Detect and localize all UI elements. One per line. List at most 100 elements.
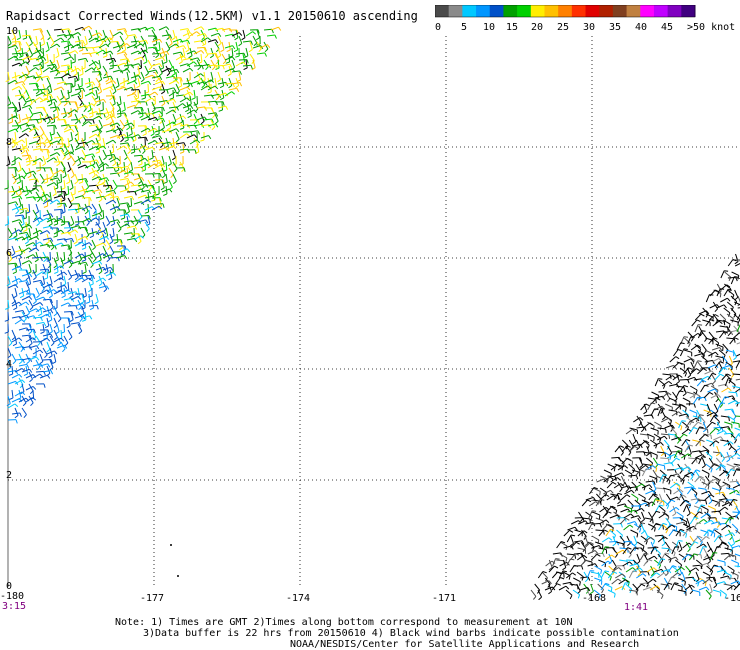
wind-barb bbox=[39, 305, 43, 314]
wind-barb bbox=[695, 571, 700, 580]
wind-barb bbox=[53, 101, 57, 110]
wind-barb bbox=[144, 185, 154, 187]
wind-barb bbox=[551, 571, 558, 579]
wind-barb bbox=[18, 133, 26, 139]
wind-barb-flag bbox=[652, 578, 657, 583]
wind-barb-flag bbox=[661, 558, 666, 560]
wind-barb bbox=[266, 34, 275, 37]
wind-barb bbox=[727, 289, 735, 296]
wind-barb-flag bbox=[98, 115, 103, 120]
wind-barb bbox=[126, 131, 129, 140]
wind-barb bbox=[562, 581, 571, 585]
wind-barb bbox=[581, 499, 588, 507]
wind-barb bbox=[699, 546, 704, 555]
wind-barb-flag bbox=[123, 134, 128, 138]
wind-barb-flag bbox=[18, 157, 23, 161]
wind-barb-flag bbox=[610, 587, 613, 592]
wind-barb-flag bbox=[708, 491, 712, 495]
wind-barb-flag bbox=[44, 61, 49, 65]
wind-barb-flag bbox=[15, 201, 19, 206]
wind-barb-flag bbox=[720, 402, 725, 404]
wind-barb bbox=[25, 29, 28, 39]
wind-barb-flag bbox=[179, 151, 184, 154]
wind-barb-flag bbox=[99, 213, 103, 217]
wind-barb bbox=[18, 122, 27, 127]
wind-barb-flag bbox=[679, 470, 683, 474]
wind-barb-flag bbox=[621, 472, 625, 477]
wind-barb bbox=[46, 53, 49, 62]
wind-barb-flag bbox=[690, 584, 695, 588]
wind-barb-flag bbox=[13, 295, 18, 299]
note-line-3: NOAA/NESDIS/Center for Satellite Applica… bbox=[290, 639, 640, 650]
wind-barb-flag bbox=[113, 154, 117, 159]
wind-barb-flag bbox=[155, 193, 160, 196]
wind-barb-flag bbox=[737, 575, 739, 580]
wind-barb bbox=[566, 553, 575, 556]
wind-barb bbox=[723, 455, 732, 459]
wind-barb bbox=[558, 585, 567, 591]
wind-barb bbox=[189, 139, 198, 145]
wind-barb-flag bbox=[197, 66, 202, 71]
wind-barb bbox=[573, 577, 581, 583]
wind-barb-flag bbox=[77, 32, 82, 36]
wind-barb-flag bbox=[45, 241, 50, 245]
wind-barb-flag bbox=[712, 380, 716, 385]
wind-barb-flag bbox=[602, 553, 605, 558]
wind-barb-flag bbox=[82, 319, 87, 322]
wind-barb bbox=[686, 391, 695, 395]
wind-barb bbox=[88, 305, 98, 307]
wind-barb-flag bbox=[64, 49, 69, 52]
wind-barb-flag bbox=[131, 122, 135, 127]
wind-barb-flag bbox=[205, 66, 209, 71]
wind-barb bbox=[39, 256, 48, 259]
wind-barb-flag bbox=[668, 582, 673, 585]
wind-barb-flag bbox=[697, 421, 702, 425]
wind-barb bbox=[622, 561, 630, 567]
wind-barb bbox=[639, 440, 647, 447]
wind-barb bbox=[46, 41, 50, 50]
wind-barb bbox=[21, 179, 24, 189]
wind-barb-flag bbox=[264, 48, 269, 53]
wind-barb bbox=[645, 480, 654, 483]
wind-barb-flag bbox=[168, 42, 173, 47]
wind-barb-flag bbox=[629, 561, 633, 565]
wind-barb-flag bbox=[151, 97, 156, 102]
wind-barb-flag bbox=[89, 197, 92, 202]
wind-barb-flag bbox=[99, 189, 103, 194]
wind-barb bbox=[46, 269, 49, 279]
wind-barb-flag bbox=[92, 164, 96, 169]
wind-barb-flag bbox=[200, 26, 205, 31]
wind-barb-flag bbox=[645, 468, 650, 471]
wind-barb-flag bbox=[69, 187, 74, 191]
wind-barb-flag bbox=[71, 61, 76, 64]
wind-barb bbox=[669, 383, 678, 387]
wind-barb bbox=[70, 59, 72, 69]
wind-barb-flag bbox=[626, 494, 631, 498]
wind-barb-flag bbox=[636, 533, 639, 538]
wind-barb bbox=[105, 215, 111, 224]
wind-barb-flag bbox=[682, 480, 685, 485]
wind-barb bbox=[67, 75, 76, 79]
wind-barb-flag bbox=[560, 577, 565, 580]
wind-barb-flag bbox=[96, 305, 99, 310]
wind-barb-flag bbox=[36, 169, 41, 172]
wind-barb-flag bbox=[166, 51, 170, 55]
wind-barb-flag bbox=[75, 305, 78, 310]
wind-barb bbox=[242, 40, 251, 43]
wind-barb bbox=[77, 178, 86, 181]
wind-barb bbox=[566, 534, 572, 543]
wind-barb-flag bbox=[655, 498, 660, 500]
wind-barb bbox=[126, 167, 129, 176]
wind-barb-flag bbox=[106, 177, 110, 182]
wind-barb-flag bbox=[176, 69, 180, 74]
wind-barb bbox=[717, 559, 726, 563]
wind-barb bbox=[7, 335, 13, 344]
wind-barb bbox=[644, 529, 649, 538]
wind-barb-flag bbox=[609, 476, 614, 480]
wind-barb bbox=[35, 271, 43, 277]
wind-barb bbox=[67, 208, 77, 211]
wind-barb-flag bbox=[625, 517, 630, 521]
wind-barb bbox=[74, 233, 78, 242]
wind-barb bbox=[671, 411, 679, 417]
wind-barb-flag bbox=[695, 500, 699, 505]
